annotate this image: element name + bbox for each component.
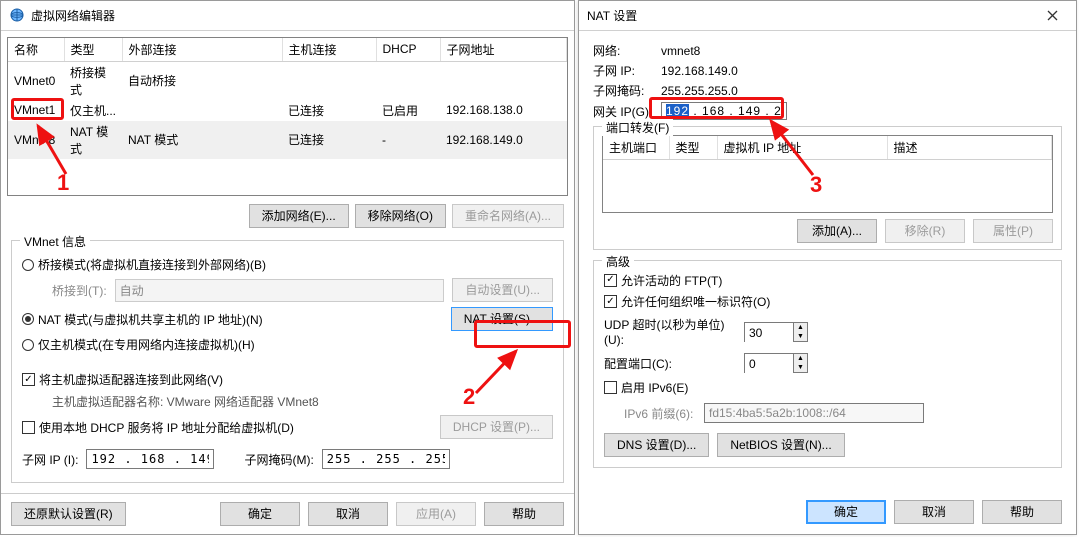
config-port-label: 配置端口(C): (604, 355, 744, 372)
check-ftp[interactable]: ✓允许活动的 FTP(T) (604, 272, 722, 289)
subnet-ip-label: 子网 IP: (593, 62, 657, 79)
netbios-settings-button[interactable]: NetBIOS 设置(N)... (717, 433, 844, 457)
col-vm-ip[interactable]: 虚拟机 IP 地址 (717, 136, 887, 160)
port-forward-list[interactable]: 主机端口 类型 虚拟机 IP 地址 描述 (602, 135, 1053, 213)
col-dhcp[interactable]: DHCP (376, 38, 440, 62)
help-button[interactable]: 帮助 (982, 500, 1062, 524)
gateway-ip-selection: 192 (666, 104, 689, 118)
check-ouid[interactable]: ✓允许任何组织唯一标识符(O) (604, 293, 770, 310)
check-ipv6[interactable]: 启用 IPv6(E) (604, 379, 688, 396)
dns-settings-button[interactable]: DNS 设置(D)... (604, 433, 709, 457)
radio-bridge[interactable]: 桥接模式(将虚拟机直接连接到外部网络)(B) (22, 256, 266, 273)
spin-up-icon[interactable]: ▲ (794, 323, 807, 332)
col-ext[interactable]: 外部连接 (122, 38, 282, 62)
spin-down-icon[interactable]: ▼ (794, 363, 807, 372)
spin-up-icon[interactable]: ▲ (794, 354, 807, 363)
ok-button[interactable]: 确定 (220, 502, 300, 526)
vmnet-info-group: VMnet 信息 桥接模式(将虚拟机直接连接到外部网络)(B) 桥接到(T): … (11, 240, 564, 483)
nat-settings-window: NAT 设置 网络: vmnet8 子网 IP: 192.168.149.0 子网掩… (578, 0, 1077, 535)
col-type[interactable]: 类型 (669, 136, 717, 160)
window-title: 虚拟网络编辑器 (31, 7, 568, 24)
restore-defaults-button[interactable]: 还原默认设置(R) (11, 502, 126, 526)
col-type[interactable]: 类型 (64, 38, 122, 62)
subnet-ip-label: 子网 IP (I): (22, 451, 78, 468)
radio-hostonly[interactable]: 仅主机模式(在专用网络内连接虚拟机)(H) (22, 336, 255, 353)
subnet-mask-value: 255.255.255.0 (661, 84, 738, 98)
nat-settings-button[interactable]: NAT 设置(S)... (451, 307, 553, 331)
udp-timeout-label: UDP 超时(以秒为单位)(U): (604, 316, 744, 347)
ipv6-prefix-input (704, 403, 924, 423)
subnet-mask-label: 子网掩码: (593, 82, 657, 99)
remove-network-button[interactable]: 移除网络(O) (355, 204, 446, 228)
pf-add-button[interactable]: 添加(A)... (797, 219, 877, 243)
network-value: vmnet8 (661, 44, 700, 58)
bridge-to-select: 自动 (115, 279, 445, 302)
advanced-group: 高级 ✓允许活动的 FTP(T) ✓允许任何组织唯一标识符(O) UDP 超时(… (593, 260, 1062, 468)
col-host[interactable]: 主机连接 (282, 38, 376, 62)
radio-nat[interactable]: NAT 模式(与虚拟机共享主机的 IP 地址)(N) (22, 311, 263, 328)
rename-network-button: 重命名网络(A)... (452, 204, 564, 228)
add-network-button[interactable]: 添加网络(E)... (249, 204, 349, 228)
titlebar: NAT 设置 (579, 1, 1076, 31)
host-adapter-name: 主机虚拟适配器名称: VMware 网络适配器 VMnet8 (52, 393, 319, 410)
virtual-network-editor-window: 虚拟网络编辑器 名称 类型 外部连接 主机连接 DHCP 子网地址 VMnet0… (0, 0, 575, 535)
advanced-legend: 高级 (602, 253, 634, 270)
vmnet-list[interactable]: 名称 类型 外部连接 主机连接 DHCP 子网地址 VMnet0桥接模式自动桥接… (7, 37, 568, 196)
col-name[interactable]: 名称 (8, 38, 64, 62)
gateway-ip-label: 网关 IP(G): (593, 103, 657, 120)
pf-props-button: 属性(P) (973, 219, 1053, 243)
subnet-ip-input[interactable] (86, 449, 214, 469)
subnet-ip-value: 192.168.149.0 (661, 64, 738, 78)
auto-settings-button: 自动设置(U)... (452, 278, 553, 302)
col-desc[interactable]: 描述 (887, 136, 1052, 160)
check-host-adapter[interactable]: ✓将主机虚拟适配器连接到此网络(V) (22, 371, 223, 388)
port-forward-legend: 端口转发(F) (602, 119, 673, 136)
port-forward-group: 端口转发(F) 主机端口 类型 虚拟机 IP 地址 描述 添加(A)... 移除… (593, 126, 1062, 250)
help-button[interactable]: 帮助 (484, 502, 564, 526)
udp-timeout-input[interactable]: ▲▼ (744, 322, 808, 342)
subnet-mask-label: 子网掩码(M): (244, 451, 313, 468)
dhcp-settings-button: DHCP 设置(P)... (440, 415, 553, 439)
close-button[interactable] (1034, 1, 1070, 30)
pf-remove-button: 移除(R) (885, 219, 965, 243)
window-title: NAT 设置 (587, 7, 1034, 24)
config-port-input[interactable]: ▲▼ (744, 353, 808, 373)
apply-button: 应用(A) (396, 502, 476, 526)
vmnet-info-legend: VMnet 信息 (20, 233, 90, 250)
table-row-selected[interactable]: VMnet8NAT 模式NAT 模式已连接-192.168.149.0 (8, 121, 567, 159)
spin-down-icon[interactable]: ▼ (794, 332, 807, 341)
ipv6-prefix-label: IPv6 前缀(6): (624, 405, 704, 422)
cancel-button[interactable]: 取消 (308, 502, 388, 526)
table-row[interactable]: VMnet1仅主机...已连接已启用192.168.138.0 (8, 100, 567, 121)
app-icon (9, 7, 25, 23)
gateway-ip-input[interactable]: 192 . 168 . 149 . 2 (661, 102, 787, 120)
col-subnet[interactable]: 子网地址 (440, 38, 567, 62)
subnet-mask-input[interactable] (322, 449, 450, 469)
cancel-button[interactable]: 取消 (894, 500, 974, 524)
titlebar: 虚拟网络编辑器 (1, 1, 574, 31)
table-row[interactable]: VMnet0桥接模式自动桥接 (8, 61, 567, 100)
check-dhcp[interactable]: 使用本地 DHCP 服务将 IP 地址分配给虚拟机(D) (22, 419, 294, 436)
network-label: 网络: (593, 42, 657, 59)
close-icon (1047, 10, 1058, 21)
ok-button[interactable]: 确定 (806, 500, 886, 524)
col-host-port[interactable]: 主机端口 (603, 136, 669, 160)
bridge-to-label: 桥接到(T): (52, 282, 107, 299)
